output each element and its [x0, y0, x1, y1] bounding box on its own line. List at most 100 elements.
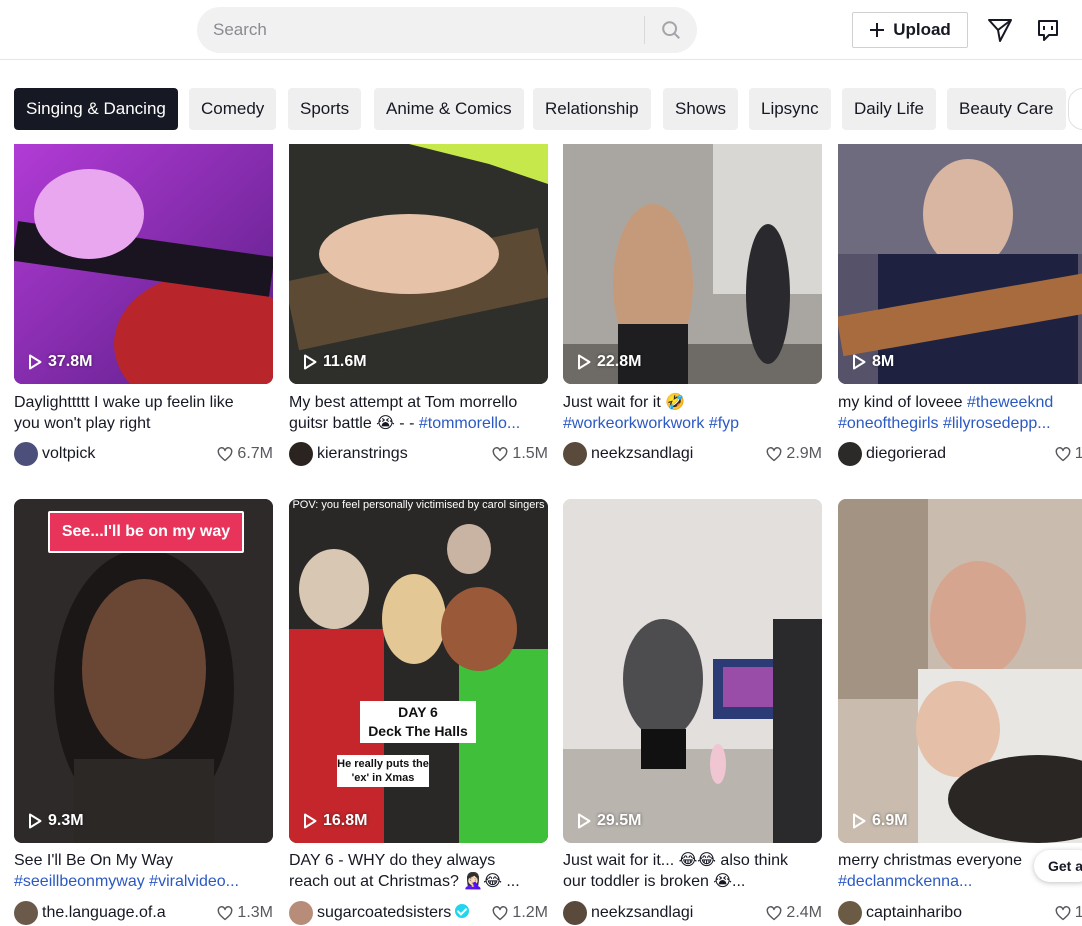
video-thumbnail[interactable]: 6.9M [838, 499, 1082, 843]
avatar[interactable] [838, 901, 862, 925]
category-bar: Singing & Dancing Comedy Sports Anime & … [14, 88, 1082, 130]
caption-text: DAY 6 - WHY do they always [289, 852, 496, 869]
video-caption[interactable]: my kind of loveee #theweeknd #oneofthegir… [838, 392, 1082, 434]
caption-hashtags[interactable]: #tommorello... [419, 415, 520, 432]
category-chip-relationship[interactable]: Relationship [533, 88, 651, 130]
upload-button[interactable]: Upload [852, 12, 968, 48]
author-name[interactable]: captainharibo [866, 904, 1055, 922]
video-thumbnail[interactable]: See...I'll be on my way 9.3M [14, 499, 273, 843]
caption-text: our toddler is broken 😭... [563, 873, 746, 890]
caption-text: you won't play right [14, 415, 151, 432]
caption-hashtags[interactable]: #theweeknd [967, 394, 1053, 411]
category-chip-sports[interactable]: Sports [288, 88, 362, 130]
caption-text: My best attempt at Tom morrello [289, 394, 518, 411]
avatar[interactable] [289, 442, 313, 466]
author-name-text: diegorierad [866, 445, 947, 462]
avatar[interactable] [14, 901, 38, 925]
caption-line: My best attempt at Tom morrello [289, 392, 548, 413]
video-meta: diegorierad 1.6 [838, 441, 1082, 467]
video-caption[interactable]: Daylighttttt I wake up feelin like you wo… [14, 392, 273, 434]
category-chip-anime-comics[interactable]: Anime & Comics [374, 88, 524, 130]
caption-text: my kind of loveee [838, 394, 967, 411]
author-name-text: captainharibo [866, 904, 963, 921]
view-count: 8M [852, 353, 894, 371]
caption-line: Daylighttttt I wake up feelin like [14, 392, 273, 413]
author-name[interactable]: the.language.of.a [42, 904, 217, 922]
view-count-text: 8M [872, 353, 895, 370]
video-sticker: See...I'll be on my way [48, 511, 244, 553]
overlay-title-line: Deck The Halls [368, 723, 468, 739]
author-name[interactable]: neekzsandlagi [591, 445, 766, 463]
category-chip-shows[interactable]: Shows [663, 88, 739, 130]
avatar[interactable] [563, 442, 587, 466]
author-name-text: neekzsandlagi [591, 904, 694, 921]
caption-line: #seeillbeonmyway #viralvideo... [14, 871, 273, 892]
author-name[interactable]: kieranstrings [317, 445, 492, 463]
author-name-text: voltpick [42, 445, 96, 462]
video-meta: the.language.of.a 1.3M [14, 900, 273, 926]
play-icon [304, 813, 317, 829]
video-thumbnail[interactable]: 22.8M [563, 144, 822, 384]
view-count: 22.8M [577, 353, 641, 371]
view-count: 16.8M [303, 812, 367, 830]
author-name-text: neekzsandlagi [591, 445, 694, 462]
category-scroll-next-button[interactable] [1068, 88, 1082, 130]
play-icon [853, 354, 866, 370]
caption-hashtags[interactable]: #declanmckenna... [838, 873, 972, 890]
view-count: 6.9M [852, 812, 908, 830]
video-thumbnail[interactable]: 37.8M [14, 144, 273, 384]
get-app-button[interactable]: Get a [1034, 850, 1082, 882]
caption-hashtags[interactable]: #seeillbeonmyway #viralvideo... [14, 873, 239, 890]
view-count-text: 16.8M [323, 812, 368, 829]
caption-hashtags[interactable]: #oneofthegirls #lilyrosedepp... [838, 415, 1051, 432]
video-caption[interactable]: My best attempt at Tom morrello guitsr ba… [289, 392, 548, 434]
heart-icon [218, 905, 233, 920]
video-caption[interactable]: Just wait for it... 😂😂 also think our tod… [563, 850, 822, 892]
author-name-text: sugarcoatedsisters [317, 904, 452, 921]
category-chip-comedy[interactable]: Comedy [189, 88, 277, 130]
video-thumbnail[interactable]: 11.6M [289, 144, 548, 384]
video-thumbnail[interactable]: 29.5M [563, 499, 822, 843]
avatar[interactable] [563, 901, 587, 925]
play-icon [578, 813, 591, 829]
avatar[interactable] [289, 901, 313, 925]
video-thumbnail[interactable]: POV: you feel personally victimised by c… [289, 499, 548, 843]
video-caption[interactable]: See I'll Be On My Way #seeillbeonmyway #v… [14, 850, 273, 892]
caption-text: Just wait for it 🤣 [563, 394, 686, 411]
send-icon [988, 19, 1012, 42]
view-count-text: 37.8M [48, 353, 93, 370]
caption-line: you won't play right [14, 413, 273, 434]
play-icon [29, 354, 42, 370]
messages-button[interactable] [986, 16, 1014, 44]
video-thumbnail[interactable]: 8M [838, 144, 1082, 384]
view-count-text: 29.5M [597, 812, 642, 829]
plus-icon [870, 23, 885, 37]
author-name[interactable]: sugarcoatedsisters [317, 904, 492, 922]
video-caption[interactable]: Just wait for it 🤣 #workeorkworkwork #fyp [563, 392, 822, 434]
search-button[interactable] [645, 7, 697, 53]
category-chip-lipsync[interactable]: Lipsync [749, 88, 831, 130]
category-chip-daily-life[interactable]: Daily Life [842, 88, 936, 130]
avatar[interactable] [14, 442, 38, 466]
view-count: 29.5M [577, 812, 641, 830]
like-count: 1.9 [1055, 904, 1082, 922]
avatar[interactable] [838, 442, 862, 466]
like-count-text: 1.6 [1074, 445, 1082, 462]
caption-line: #workeorkworkwork #fyp [563, 413, 822, 434]
category-chip-singing-dancing[interactable]: Singing & Dancing [14, 88, 178, 130]
video-caption[interactable]: DAY 6 - WHY do they always reach out at C… [289, 850, 548, 892]
caption-line: See I'll Be On My Way [14, 850, 273, 871]
inbox-button[interactable] [1034, 16, 1062, 44]
author-name[interactable]: voltpick [42, 445, 217, 463]
author-name[interactable]: neekzsandlagi [591, 904, 766, 922]
like-count: 1.5M [492, 445, 548, 463]
like-count-text: 1.3M [237, 904, 273, 921]
search-input[interactable] [197, 7, 644, 53]
caption-line: Just wait for it... 😂😂 also think [563, 850, 822, 871]
caption-text: Daylighttttt I wake up feelin like [14, 394, 234, 411]
category-chip-beauty-care[interactable]: Beauty Care [947, 88, 1066, 130]
play-icon [29, 813, 42, 829]
caption-line: our toddler is broken 😭... [563, 871, 822, 892]
author-name[interactable]: diegorierad [866, 445, 1055, 463]
caption-hashtags[interactable]: #workeorkworkwork #fyp [563, 415, 739, 432]
